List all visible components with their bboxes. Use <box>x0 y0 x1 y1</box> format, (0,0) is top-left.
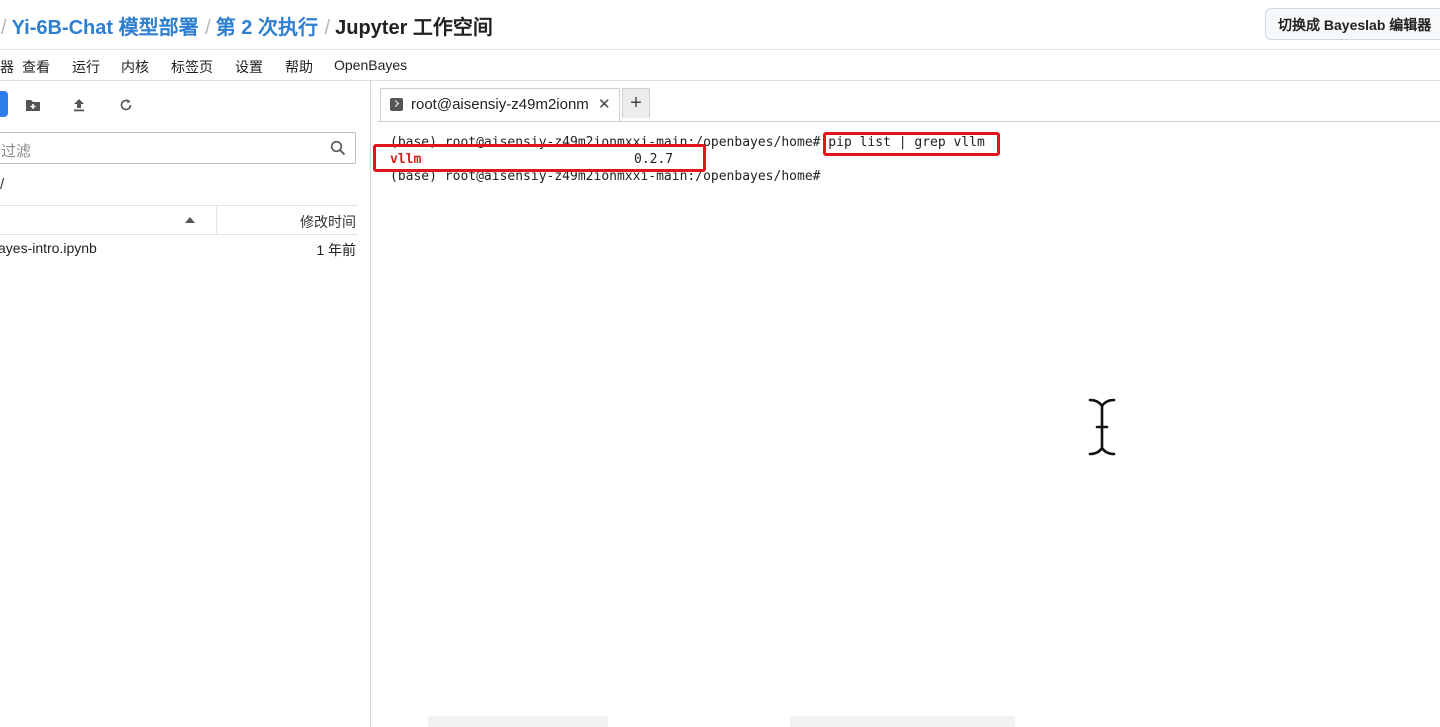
menu-item-kernel[interactable]: 内核 <box>121 57 149 77</box>
refresh-icon[interactable] <box>116 95 136 115</box>
menu-item-settings[interactable]: 设置 <box>235 57 263 77</box>
main-area: root@aisensiy-z49m2ionm ✕ + (base) root@… <box>373 81 1440 727</box>
breadcrumb-current: Jupyter 工作空间 <box>335 17 493 39</box>
switch-editor-button[interactable]: 切换成 Bayeslab 编辑器 <box>1265 8 1440 40</box>
file-row[interactable]: ayes-intro.ipynb 1 年前 <box>0 237 358 259</box>
column-modified[interactable]: 修改时间 <box>300 212 356 232</box>
new-folder-icon[interactable] <box>23 95 43 115</box>
terminal-icon <box>390 98 403 111</box>
breadcrumb-project[interactable]: Yi-6B-Chat 模型部署 <box>12 17 199 39</box>
upload-icon[interactable] <box>69 95 89 115</box>
menu-item-openbayes[interactable]: OpenBayes <box>334 57 407 73</box>
result-highlight-box <box>373 144 706 172</box>
breadcrumb-separator: / <box>1 17 7 39</box>
column-divider[interactable] <box>216 206 217 234</box>
breadcrumb-separator: / <box>205 17 211 39</box>
add-tab-button[interactable]: + <box>622 88 650 118</box>
menu-bar: 器 查看 运行 内核 标签页 设置 帮助 OpenBayes <box>0 50 1440 81</box>
file-name: ayes-intro.ipynb <box>0 240 97 256</box>
breadcrumb: / Yi-6B-Chat 模型部署 / 第 2 次执行 / Jupyter 工作空间 <box>0 11 493 40</box>
filter-input[interactable]: 过滤 <box>0 132 356 164</box>
menu-item-help[interactable]: 帮助 <box>285 57 313 77</box>
command-highlight-box <box>823 132 1000 156</box>
breadcrumb-separator: / <box>324 17 331 39</box>
file-list-header: 修改时间 <box>0 205 358 235</box>
subtitle-overlay <box>428 716 608 727</box>
subtitle-overlay <box>790 716 1015 727</box>
close-icon[interactable]: ✕ <box>598 95 611 113</box>
filter-placeholder: 过滤 <box>1 143 32 160</box>
tab-bar: root@aisensiy-z49m2ionm ✕ + <box>378 88 1440 122</box>
new-launcher-button[interactable] <box>0 91 8 117</box>
file-modified: 1 年前 <box>316 242 356 258</box>
text-cursor-icon <box>1082 396 1122 458</box>
breadcrumb-run[interactable]: 第 2 次执行 <box>216 17 318 39</box>
menu-item-tabs[interactable]: 标签页 <box>171 57 213 77</box>
menu-item-view[interactable]: 查看 <box>22 57 50 77</box>
file-browser: 过滤 / 修改时间 ayes-intro.ipynb 1 年前 <box>0 81 371 727</box>
search-icon <box>330 140 346 161</box>
sort-asc-icon[interactable] <box>185 217 195 223</box>
menu-item-partial[interactable]: 器 <box>0 57 14 77</box>
current-path[interactable]: / <box>0 176 4 193</box>
menu-item-run[interactable]: 运行 <box>72 57 100 77</box>
tab-terminal[interactable]: root@aisensiy-z49m2ionm ✕ <box>380 88 620 121</box>
top-header: / Yi-6B-Chat 模型部署 / 第 2 次执行 / Jupyter 工作空间 … <box>0 0 1440 50</box>
tab-label: root@aisensiy-z49m2ionm <box>411 96 589 113</box>
